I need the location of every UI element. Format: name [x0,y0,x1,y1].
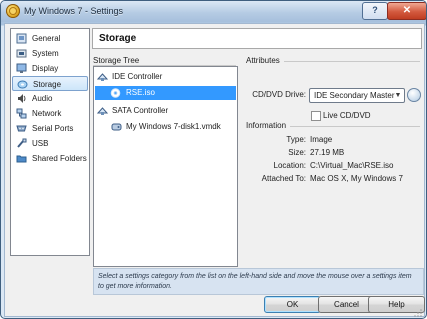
nav-item-network[interactable]: Network [12,106,88,121]
system-icon [16,49,27,58]
resize-gripper-icon[interactable] [414,309,423,318]
live-cd-checkbox[interactable] [311,111,321,121]
tree-item-rse-iso[interactable]: RSE.iso [95,86,236,100]
storage-tree-label: Storage Tree [93,56,140,65]
tree-item-sata-controller[interactable]: SATA Controller [97,104,234,118]
tree-item-label: My Windows 7-disk1.vmdk [126,122,221,131]
type-value: Image [310,135,333,144]
storage-tree[interactable]: IDE Controller RSE.iso SATA Controller M… [93,66,238,283]
tree-item-vmdk[interactable]: My Windows 7-disk1.vmdk [111,120,234,134]
page-title: Storage [99,33,137,44]
tree-item-label: SATA Controller [112,106,169,115]
information-divider [290,126,420,127]
settings-window: My Windows 7 - Settings ? ✕ General Syst… [0,0,427,319]
window-close-button[interactable]: ✕ [387,2,426,20]
display-icon [16,63,27,73]
nav-item-system[interactable]: System [12,46,88,61]
ide-controller-icon [97,73,108,81]
cd-dvd-disk-icon [110,88,121,98]
virtualbox-app-icon [6,4,20,18]
title-bar[interactable]: My Windows 7 - Settings ? ✕ [1,1,426,22]
chevron-down-icon: ▼ [394,92,402,99]
hint-box: Select a settings category from the list… [93,268,424,295]
type-label: Type: [286,135,306,144]
storage-icon [17,80,28,89]
audio-icon [18,94,26,103]
hint-text: Select a settings category from the list… [98,273,412,290]
window-title: My Windows 7 - Settings [24,6,124,16]
nav-item-shared-folders[interactable]: Shared Folders [12,151,88,166]
nav-item-label: Network [32,109,62,118]
ok-button[interactable]: OK [264,296,321,313]
size-label: Size: [288,148,306,157]
attributes-label: Attributes [246,56,280,65]
network-icon [16,108,27,119]
general-icon [16,33,27,44]
tree-item-label: RSE.iso [126,88,155,97]
hard-disk-icon [111,123,122,131]
serial-ports-icon [16,125,27,132]
usb-icon [17,138,27,148]
nav-item-label: General [32,34,61,43]
cd-dvd-drive-value: IDE Secondary Master [314,91,395,100]
cancel-button[interactable]: Cancel [318,296,375,313]
nav-item-general[interactable]: General [12,31,88,46]
attached-to-value: Mac OS X, My Windows 7 [310,174,403,183]
nav-item-label: USB [32,139,49,148]
attributes-divider [284,61,420,62]
live-cd-label: Live CD/DVD [323,111,371,120]
size-value: 27.19 MB [310,148,345,157]
nav-item-label: Serial Ports [32,124,74,133]
nav-item-label: Display [32,64,59,73]
nav-item-audio[interactable]: Audio [12,91,88,106]
nav-item-label: Audio [32,94,53,103]
location-value: C:\Virtual_Mac\RSE.iso [310,161,394,170]
sata-controller-icon [97,107,108,115]
information-label: Information [246,121,287,130]
cd-dvd-drive-label: CD/DVD Drive: [252,90,306,99]
settings-dialog-body: General System Display Storage Audio Net… [4,23,425,317]
page-header: Storage [92,28,422,49]
settings-nav-list: General System Display Storage Audio Net… [10,28,90,256]
shared-folders-icon [16,155,27,163]
window-help-button[interactable]: ? [362,2,388,20]
nav-item-label: Storage [33,80,62,89]
tree-item-label: IDE Controller [112,72,163,81]
tree-item-ide-controller[interactable]: IDE Controller [97,70,234,84]
nav-item-storage[interactable]: Storage [12,76,88,91]
nav-item-label: System [32,49,59,58]
nav-item-usb[interactable]: USB [12,136,88,151]
cd-dvd-drive-select[interactable]: IDE Secondary Master ▼ [309,88,405,103]
attached-to-label: Attached To: [261,174,306,183]
nav-item-label: Shared Folders [32,154,87,163]
nav-item-serial-ports[interactable]: Serial Ports [12,121,88,136]
location-label: Location: [273,161,306,170]
nav-item-display[interactable]: Display [12,61,88,76]
choose-disk-icon[interactable] [407,88,421,102]
